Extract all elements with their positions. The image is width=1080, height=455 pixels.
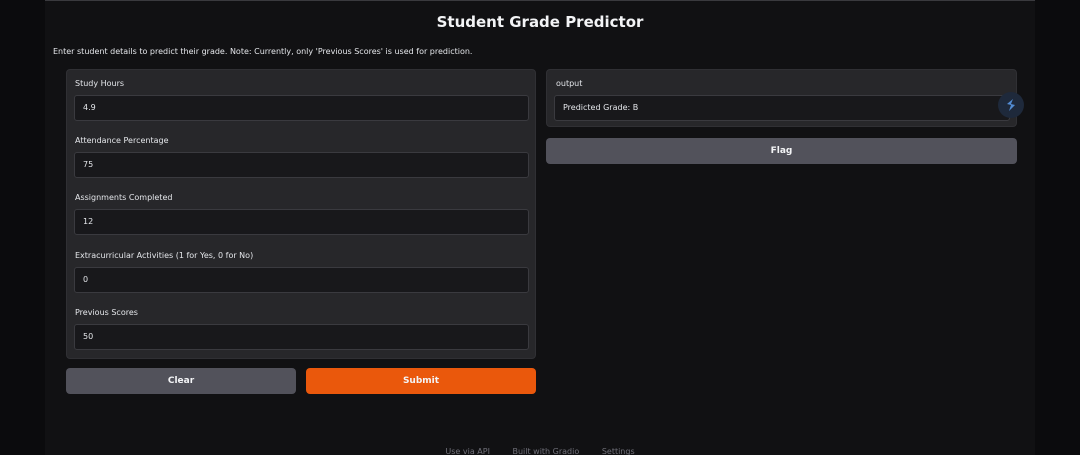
footer-api-link[interactable]: Use via API [445,447,490,455]
output-textbox[interactable]: Predicted Grade: B [554,95,1010,121]
footer-settings[interactable]: Settings [602,447,635,455]
extracurricular-input[interactable]: 0 [74,267,529,293]
extracurricular-label: Extracurricular Activities (1 for Yes, 0… [75,251,254,260]
clear-button[interactable]: Clear [66,368,296,394]
previous-scores-input[interactable]: 50 [74,324,529,350]
previous-scores-label: Previous Scores [75,308,138,317]
footer-built-with[interactable]: Built with Gradio [512,447,579,455]
page-description: Enter student details to predict their g… [53,47,473,56]
assignments-input[interactable]: 12 [74,209,529,235]
output-panel: output Predicted Grade: B [546,69,1017,127]
attendance-input[interactable]: 75 [74,152,529,178]
inputs-panel: Study Hours 4.9 Attendance Percentage 75… [66,69,536,359]
gradio-logo-icon[interactable] [998,92,1024,118]
attendance-label: Attendance Percentage [75,136,169,145]
app-container: Student Grade Predictor Enter student de… [45,0,1035,455]
page-title: Student Grade Predictor [436,13,644,31]
submit-button[interactable]: Submit [306,368,536,394]
assignments-label: Assignments Completed [75,193,173,202]
output-label: output [556,79,583,88]
flag-button[interactable]: Flag [546,138,1017,164]
study-hours-input[interactable]: 4.9 [74,95,529,121]
study-hours-label: Study Hours [75,79,125,88]
footer: Use via API Built with Gradio Settings [45,447,1035,455]
